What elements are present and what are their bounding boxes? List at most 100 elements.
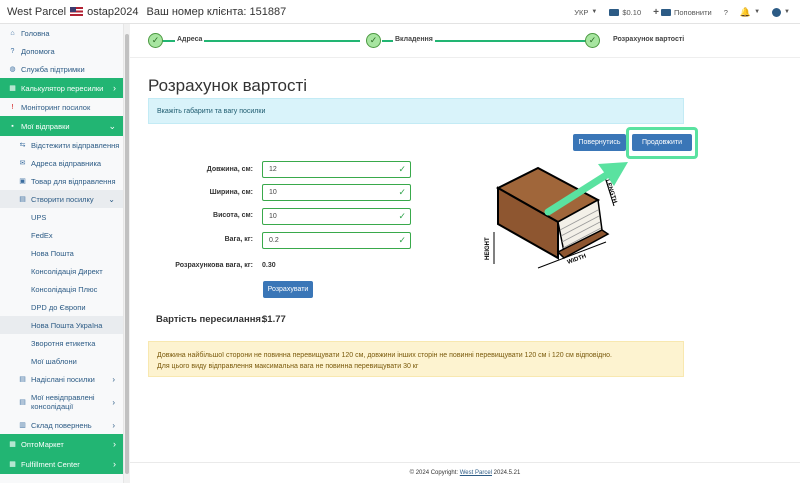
calc-weight-label: Розрахункова вага, кг: — [175, 262, 253, 269]
balance-value: $0.10 — [622, 7, 642, 17]
weight-label: Вага, кг: — [224, 236, 253, 243]
sidebar-scroll-thumb[interactable] — [125, 34, 129, 474]
sidebar-item-carrier-active[interactable]: Нова Пошта Україна — [0, 316, 123, 334]
check-icon: ✓ — [398, 211, 406, 221]
plus-icon: + — [653, 6, 659, 18]
sidebar-item-label: Товар для відправлення — [31, 176, 116, 186]
page-title: Розрахунок вартості — [148, 76, 308, 95]
language-dropdown[interactable]: УКР ▼ — [574, 8, 597, 17]
warehouse-icon: ▦ — [9, 461, 16, 468]
sidebar-item-label: Консолідація Директ — [31, 266, 103, 276]
sidebar-item-calculator[interactable]: ▦ Калькулятор пересилки › — [0, 78, 123, 98]
wallet-icon — [609, 8, 620, 16]
sidebar-item-carrier[interactable]: DPD до Європи — [0, 298, 123, 316]
chevron-right-icon: › — [112, 397, 115, 407]
envelope-icon: ✉ — [19, 160, 26, 167]
sidebar-item-home[interactable]: ⌂ Головна — [0, 24, 123, 42]
sidebar-item-unsent[interactable]: ▤ Мої невідправлені консолідації › — [0, 388, 123, 416]
sidebar-item-sent[interactable]: ▤ Надіслані посилки › — [0, 370, 123, 388]
chevron-right-icon: › — [112, 374, 115, 384]
sidebar-item-carrier[interactable]: Консолідація Директ — [0, 262, 123, 280]
brand[interactable]: West Parcel ostap2024 — [7, 6, 138, 18]
topup-label: Поповнити — [673, 7, 712, 17]
height-label: Висота, см: — [213, 212, 253, 219]
sidebar-item-track[interactable]: ⇆ Відстежити відправлення — [0, 136, 123, 154]
track-icon: ⇆ — [19, 142, 26, 149]
sidebar-item-support[interactable]: ◍ Служба підтримки — [0, 60, 123, 78]
topup-button[interactable]: + Поповнити — [653, 7, 712, 18]
sidebar-item-my-shipments[interactable]: ▪ Мої відправки ⌄ — [0, 116, 123, 136]
sidebar-item-carrier[interactable]: Нова Пошта — [0, 244, 123, 262]
sidebar-item-carrier[interactable]: UPS — [0, 208, 123, 226]
store-icon: ▦ — [9, 441, 16, 448]
sidebar-item-label: FedEx — [31, 230, 53, 240]
weight-input[interactable]: 0.2 ✓ — [262, 232, 411, 249]
sidebar-item-goods[interactable]: ▣ Товар для відправлення — [0, 172, 123, 190]
box-icon: ▣ — [19, 178, 26, 185]
height-value: 10 — [269, 213, 277, 220]
height-text: HEIGHT — [485, 237, 491, 260]
user-menu[interactable]: ▼ — [772, 7, 790, 17]
sidebar-item-label: Головна — [21, 28, 50, 38]
width-value: 10 — [269, 189, 277, 196]
top-navbar: West Parcel ostap2024 Ваш номер клієнта:… — [0, 0, 800, 24]
package-icon: ▤ — [19, 376, 26, 383]
card-icon — [660, 8, 671, 16]
check-icon: ✓ — [398, 164, 406, 174]
chevron-right-icon: › — [113, 83, 116, 93]
calculator-icon: ▦ — [9, 85, 16, 92]
notifications-button[interactable]: 🔔 ▼ — [740, 7, 760, 18]
footer-version: 2024.5.21 — [493, 470, 521, 476]
height-input[interactable]: 10 ✓ — [262, 208, 411, 225]
balance[interactable]: $0.10 — [609, 8, 641, 17]
sidebar-item-fulfillment[interactable]: ▦ Fulfillment Center › — [0, 454, 123, 474]
sidebar-item-monitoring[interactable]: ! Моніторинг посилок — [0, 98, 123, 116]
check-icon: ✓ — [585, 33, 600, 48]
sidebar-item-label: Fulfillment Center — [21, 459, 80, 469]
calc-weight-value: 0.30 — [262, 262, 276, 269]
sidebar-item-label: DPD до Європи — [31, 302, 86, 312]
sidebar-item-carrier[interactable]: FedEx — [0, 226, 123, 244]
client-number: Ваш номер клієнта: 151887 — [146, 5, 287, 18]
sidebar-item-help[interactable]: ? Допомога — [0, 42, 123, 60]
exclamation-icon: ! — [11, 103, 14, 111]
sidebar-item-carrier[interactable]: Консолідація Плюс — [0, 280, 123, 298]
sidebar-item-templates[interactable]: Мої шаблони — [0, 352, 123, 370]
sidebar-item-label: Консолідація Плюс — [31, 284, 98, 294]
calculate-button[interactable]: Розрахувати — [263, 281, 313, 298]
step-1-label: Адреса — [175, 36, 205, 43]
sidebar-item-returns[interactable]: ▥ Склад повернень › — [0, 416, 123, 434]
sidebar-item-label: Калькулятор пересилки — [21, 83, 104, 93]
package-icon: ▤ — [19, 196, 26, 203]
width-input[interactable]: 10 ✓ — [262, 184, 411, 201]
sidebar-item-create-parcel[interactable]: ▤ Створити посилку ⌄ — [0, 190, 123, 208]
sidebar-item-label: UPS — [31, 212, 47, 222]
stepper: ✓ Адреса ✓ Вкладення ✓ Розрахунок вартос… — [130, 24, 800, 58]
footer-copyright: © 2024 Copyright: — [409, 470, 459, 476]
sidebar-item-optomarket[interactable]: ▦ ОптоМаркет › — [0, 434, 123, 454]
chevron-right-icon: › — [113, 439, 116, 449]
sidebar-item-sender-address[interactable]: ✉ Адреса відправника — [0, 154, 123, 172]
sidebar-item-label: Адреса відправника — [31, 158, 102, 168]
chevron-down-icon: ⌄ — [108, 120, 116, 131]
username: ostap2024 — [87, 5, 139, 18]
cost-value: $1.77 — [262, 314, 286, 325]
sidebar-item-carrier[interactable]: Зворотня етикетка — [0, 334, 123, 352]
check-icon: ✓ — [148, 33, 163, 48]
cost-label: Вартість пересилання: — [156, 314, 265, 325]
continue-button[interactable]: Продовжити — [632, 134, 692, 151]
back-button[interactable]: Повернутись — [573, 134, 626, 151]
sidebar-item-label: Нова Пошта — [31, 248, 74, 258]
check-icon: ✓ — [398, 235, 406, 245]
caret-down-icon: ▼ — [754, 9, 761, 15]
chevron-right-icon: › — [113, 459, 116, 469]
footer-link[interactable]: West Parcel — [460, 470, 492, 476]
home-icon: ⌂ — [10, 29, 15, 37]
help-button[interactable]: ? — [724, 8, 728, 17]
length-input[interactable]: 12 ✓ — [262, 161, 411, 178]
width-label: Ширина, см: — [209, 189, 253, 196]
book-dimensions-illustration: HEIGHT WIDTH LENGTH — [485, 162, 628, 269]
warning-line-2: Для цього виду відправлення максимальна … — [157, 363, 419, 370]
brand-name: West Parcel — [7, 5, 67, 18]
briefcase-icon: ▪ — [11, 122, 14, 130]
